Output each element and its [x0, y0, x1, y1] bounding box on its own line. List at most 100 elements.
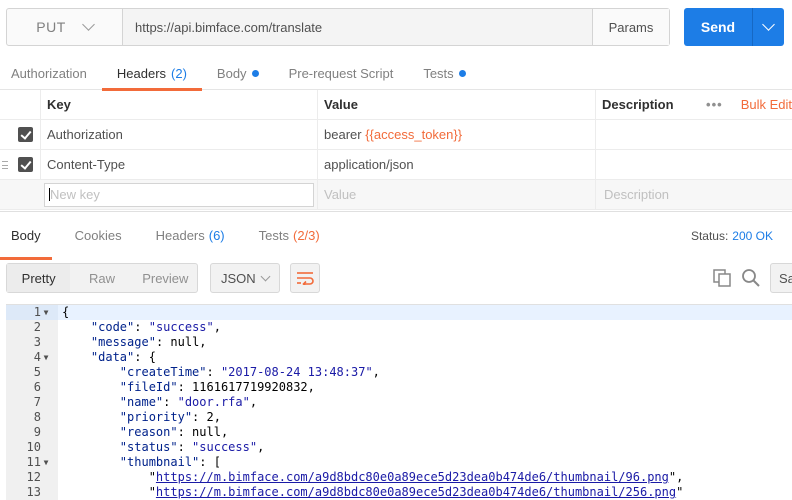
code-line: 1 ▼ {	[6, 305, 792, 320]
new-description-input[interactable]: Description	[596, 180, 792, 209]
tab-count: (2/3)	[292, 228, 320, 243]
code-line: 5 "createTime": "2017-08-24 13:48:37",	[6, 365, 792, 380]
code-text: "name": "door.rfa",	[119, 395, 258, 409]
tab-label: Body	[216, 65, 247, 81]
format-label: JSON	[221, 270, 256, 286]
tab-body[interactable]: Body	[202, 56, 274, 90]
more-options-icon[interactable]: •••	[706, 97, 723, 112]
code-text: "priority": 2,	[119, 410, 221, 424]
line-gutter: 5	[6, 365, 58, 380]
fold-arrow-icon[interactable]: ▼	[41, 455, 51, 470]
column-description: Description ••• Bulk Edit	[596, 90, 792, 119]
row-checkbox[interactable]	[17, 157, 33, 172]
line-number: 3	[33, 335, 41, 349]
pretty-button[interactable]: Pretty	[7, 264, 71, 292]
header-key-cell[interactable]: Authorization	[40, 120, 318, 149]
header-description-cell[interactable]	[596, 120, 792, 149]
bulk-edit-link[interactable]: Bulk Edit	[741, 97, 792, 112]
line-number: 13	[26, 485, 41, 499]
view-mode-group: Pretty Raw Preview	[6, 263, 198, 293]
code-line: 12 "https://m.bimface.com/a9d8bdc80e0a89…	[6, 470, 792, 485]
response-tab-tests[interactable]: Tests (2/3)	[248, 212, 331, 260]
header-description-cell[interactable]	[596, 150, 792, 179]
column-key: Key	[40, 90, 318, 119]
line-number: 9	[33, 425, 41, 439]
response-status: Status: 200 OK	[691, 212, 773, 260]
search-icon[interactable]	[741, 268, 761, 288]
code-line: 13 "https://m.bimface.com/a9d8bdc80e0a89…	[6, 485, 792, 500]
new-key-input[interactable]: New key	[44, 182, 314, 207]
code-text: "thumbnail": [	[119, 455, 221, 469]
response-tab-body[interactable]: Body	[0, 212, 52, 260]
value-text: bearer	[324, 127, 366, 142]
raw-button[interactable]: Raw	[70, 264, 133, 292]
line-number: 4	[33, 350, 41, 364]
line-number: 1	[33, 305, 41, 319]
method-label: PUT	[36, 19, 66, 35]
send-button-group: Send	[684, 8, 784, 46]
header-key-cell[interactable]: Content-Type	[40, 150, 318, 179]
format-select[interactable]: JSON	[210, 263, 280, 293]
line-number: 6	[33, 380, 41, 394]
save-label: Save	[779, 270, 792, 286]
value-text: application/json	[324, 157, 414, 172]
tab-label: Tests	[258, 228, 289, 243]
status-label: Status:	[690, 229, 729, 243]
line-gutter: 4 ▼	[6, 350, 58, 365]
preview-button[interactable]: Preview	[134, 264, 197, 292]
status-value[interactable]: 200 OK	[732, 229, 773, 243]
tab-headers[interactable]: Headers (2)	[101, 56, 202, 91]
table-header-row: Key Value Description ••• Bulk Edit	[0, 90, 792, 120]
tab-label: Headers	[116, 65, 167, 81]
tab-tests[interactable]: Tests	[408, 56, 480, 90]
response-tabs: Body Cookies Headers (6) Tests (2/3) Sta…	[0, 211, 792, 260]
code-line: 9 "reason": null,	[6, 425, 792, 440]
save-response-button[interactable]: Save	[770, 263, 792, 293]
send-dropdown-button[interactable]	[752, 8, 784, 46]
code-text: "message": null,	[90, 335, 207, 349]
tab-label: Headers	[155, 228, 205, 243]
fold-arrow-icon[interactable]: ▼	[41, 350, 51, 365]
code-text: "fileId": 1161617719920832,	[119, 380, 315, 394]
response-body-editor[interactable]: 1 ▼{2 "code": "success", 3 "message": null…	[6, 304, 792, 500]
tab-label: Pre-request Script	[288, 65, 394, 81]
tab-label: Cookies	[74, 228, 122, 243]
code-text: "data": {	[90, 350, 156, 364]
modified-dot-icon	[251, 69, 259, 77]
copy-icon[interactable]	[713, 269, 731, 287]
url-input[interactable]: https://api.bimface.com/translate	[123, 9, 592, 45]
tab-pre-request-script[interactable]: Pre-request Script	[274, 56, 409, 90]
response-tab-headers[interactable]: Headers (6)	[145, 212, 236, 260]
value-variable: {{access_token}}	[365, 127, 463, 142]
tab-authorization[interactable]: Authorization	[0, 56, 102, 90]
code-line: 8 "priority": 2,	[6, 410, 792, 425]
params-button[interactable]: Params	[592, 9, 669, 45]
code-text: "status": "success",	[119, 440, 265, 454]
wrap-lines-button[interactable]	[290, 263, 320, 293]
method-select[interactable]: PUT	[7, 9, 123, 45]
code-line: 10 "status": "success",	[6, 440, 792, 455]
send-button[interactable]: Send	[684, 8, 752, 46]
new-value-input[interactable]: Value	[318, 180, 596, 209]
row-checkbox[interactable]	[17, 127, 33, 142]
tab-count: (2)	[171, 65, 187, 81]
column-description-label: Description	[602, 97, 674, 112]
fold-arrow-icon[interactable]: ▼	[41, 305, 51, 320]
header-value-cell[interactable]: application/json	[318, 150, 596, 179]
request-tabs: Authorization Headers (2) Body Pre-reque…	[0, 56, 792, 91]
code-text: "code": "success",	[90, 320, 221, 334]
code-line: 11 ▼ "thumbnail": [	[6, 455, 792, 470]
drag-handle-icon[interactable]	[2, 160, 8, 169]
line-gutter: 6	[6, 380, 58, 395]
line-number: 10	[26, 440, 41, 454]
header-value-cell[interactable]: bearer {{access_token}}	[318, 120, 596, 149]
code-text: "https://m.bimface.com/a9d8bdc80e0a89ece…	[62, 470, 684, 484]
response-tab-cookies[interactable]: Cookies	[64, 212, 133, 260]
chevron-down-icon	[260, 271, 271, 281]
new-key-placeholder: New key	[50, 187, 100, 202]
column-value: Value	[318, 90, 596, 119]
